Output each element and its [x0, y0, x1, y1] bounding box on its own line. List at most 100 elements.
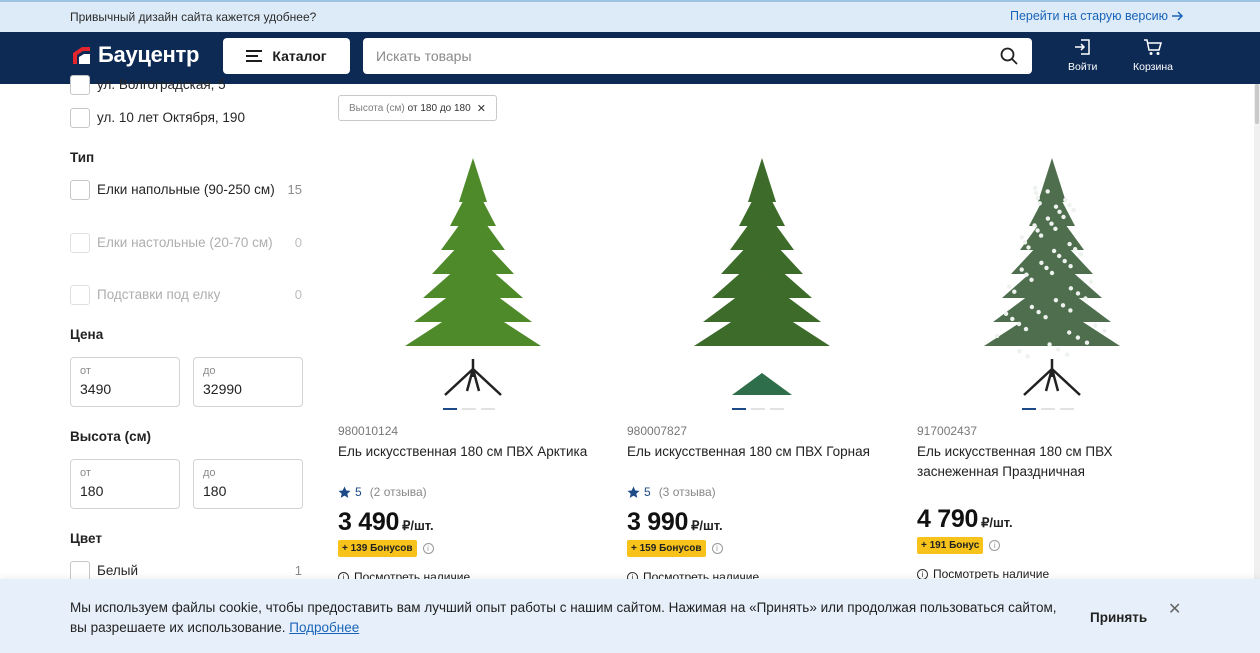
- snow-flake: [1036, 309, 1041, 315]
- bonus-label: + 159 Бонусов: [627, 540, 706, 557]
- bonus-badge: + 191 Бонус i: [917, 537, 1001, 554]
- product-image[interactable]: [917, 150, 1187, 400]
- old-version-label: Перейти на старую версию: [1009, 9, 1168, 23]
- image-carousel-dots[interactable]: [443, 408, 495, 410]
- info-icon[interactable]: i: [711, 543, 723, 554]
- price-amount: 3 490: [338, 508, 400, 536]
- product-title[interactable]: Ель искусственная 180 см ПВХ заснеженная…: [917, 442, 1182, 482]
- snow-flake: [1043, 315, 1048, 320]
- star-icon: [338, 486, 351, 498]
- price-from-label: от: [80, 365, 91, 377]
- search-icon[interactable]: [1000, 47, 1018, 65]
- snow-flake: [1039, 260, 1044, 265]
- snow-flake: [1044, 265, 1049, 271]
- cookie-text-block: Мы используем файлы cookie, чтобы предос…: [70, 598, 1060, 638]
- snow-flake: [1063, 197, 1068, 203]
- product-sku: 980007827: [627, 424, 688, 438]
- snow-flake: [1056, 347, 1061, 352]
- product-title[interactable]: Ель искусственная 180 см ПВХ Арктика: [338, 442, 603, 462]
- remove-filter-icon[interactable]: ✕: [477, 102, 486, 115]
- type-filter-row: Подставки под елку 0: [70, 285, 302, 305]
- color-count: 1: [294, 563, 302, 578]
- product-rating[interactable]: 5 (3 отзыва): [627, 485, 716, 499]
- product-card[interactable]: 917002437 Ель искусственная 180 см ПВХ з…: [917, 140, 1187, 600]
- color-filter-row[interactable]: Белый 1: [70, 561, 302, 581]
- tree-branch-tier: [694, 302, 830, 346]
- menu-icon: [246, 50, 263, 62]
- color-filter-title: Цвет: [70, 531, 102, 546]
- active-filter-chip[interactable]: Высота (см) от 180 до 180 ✕: [338, 95, 497, 121]
- price-from-field[interactable]: от 3490: [70, 357, 180, 407]
- product-price: 3 490 ₽/шт.: [338, 508, 434, 537]
- height-from-field[interactable]: от 180: [70, 459, 180, 509]
- info-icon[interactable]: i: [989, 540, 1001, 551]
- product-image[interactable]: [338, 150, 608, 400]
- tree-stand: [444, 359, 502, 396]
- price-from-value: 3490: [80, 381, 112, 397]
- store-filter-row[interactable]: ул. Волгоградская, 5: [70, 75, 302, 95]
- snow-flake: [1045, 189, 1050, 194]
- cookie-accept-button[interactable]: Принять: [1090, 610, 1147, 625]
- snow-flake: [1075, 291, 1081, 296]
- info-icon[interactable]: i: [422, 543, 434, 554]
- cart-button[interactable]: Корзина: [1133, 38, 1173, 73]
- bonus-label: + 191 Бонус: [917, 537, 984, 554]
- color-checkbox[interactable]: [70, 561, 90, 581]
- catalog-button[interactable]: Каталог: [223, 38, 350, 74]
- snow-flake: [1010, 316, 1015, 322]
- snow-flake: [1073, 247, 1078, 252]
- snow-flake: [1019, 267, 1024, 272]
- type-filter-title: Тип: [70, 150, 95, 165]
- product-image[interactable]: [627, 150, 897, 400]
- tree-stand: [732, 373, 792, 395]
- snow-flake: [1102, 328, 1107, 333]
- store-checkbox[interactable]: [70, 108, 90, 128]
- reviews-count: (3 отзыва): [658, 485, 716, 499]
- snow-flake: [1024, 272, 1029, 277]
- type-count: 0: [294, 287, 302, 302]
- logo-text: Бауцентр: [98, 42, 200, 67]
- scrollbar-thumb[interactable]: [1255, 84, 1259, 124]
- type-label: Елки напольные (90-250 см): [97, 182, 275, 197]
- login-icon: [1074, 39, 1090, 55]
- product-rating[interactable]: 5 (2 отзыва): [338, 485, 427, 499]
- price-to-label: до: [203, 365, 216, 377]
- height-filter-title: Высота (см): [70, 429, 152, 444]
- product-card[interactable]: 980007827 Ель искусственная 180 см ПВХ Г…: [627, 140, 897, 600]
- height-to-field[interactable]: до 180: [193, 459, 303, 509]
- type-checkbox[interactable]: [70, 180, 90, 200]
- snow-flake: [1068, 308, 1073, 313]
- close-icon[interactable]: ✕: [1168, 599, 1181, 619]
- cookie-more-link[interactable]: Подробнее: [289, 620, 359, 635]
- page-scrollbar[interactable]: [1254, 84, 1260, 653]
- price-to-field[interactable]: до 32990: [193, 357, 303, 407]
- image-carousel-dots[interactable]: [732, 408, 784, 410]
- type-count: 0: [294, 235, 302, 250]
- snow-flake: [1012, 289, 1017, 294]
- snow-flake: [1065, 352, 1070, 357]
- type-count: 15: [287, 182, 302, 197]
- product-card[interactable]: 980010124 Ель искусственная 180 см ПВХ А…: [338, 140, 608, 600]
- store-checkbox[interactable]: [70, 75, 90, 95]
- type-filter-row[interactable]: Елки напольные (90-250 см) 15: [70, 180, 302, 200]
- price-unit: ₽/шт.: [402, 518, 434, 533]
- snow-flake: [1034, 190, 1039, 196]
- search-input[interactable]: [363, 38, 963, 74]
- login-button[interactable]: Войти: [1068, 38, 1097, 73]
- product-title[interactable]: Ель искусственная 180 см ПВХ Горная: [627, 442, 892, 462]
- snow-flake: [1057, 253, 1062, 259]
- snow-flake: [1053, 204, 1059, 209]
- snow-flake: [1026, 245, 1031, 250]
- type-checkbox: [70, 285, 90, 305]
- login-label: Войти: [1068, 61, 1098, 73]
- snow-flake: [1061, 214, 1066, 220]
- logo[interactable]: Бауцентр: [70, 42, 199, 68]
- height-to-value: 180: [203, 483, 227, 499]
- store-filter-row[interactable]: ул. 10 лет Октября, 190: [70, 108, 302, 128]
- price-to-value: 32990: [203, 381, 242, 397]
- arrow-right-icon: [1172, 11, 1184, 21]
- snow-flake: [1067, 202, 1072, 208]
- image-carousel-dots[interactable]: [1022, 408, 1074, 410]
- snow-flake: [1032, 185, 1038, 191]
- old-version-link[interactable]: Перейти на старую версию: [1010, 9, 1184, 23]
